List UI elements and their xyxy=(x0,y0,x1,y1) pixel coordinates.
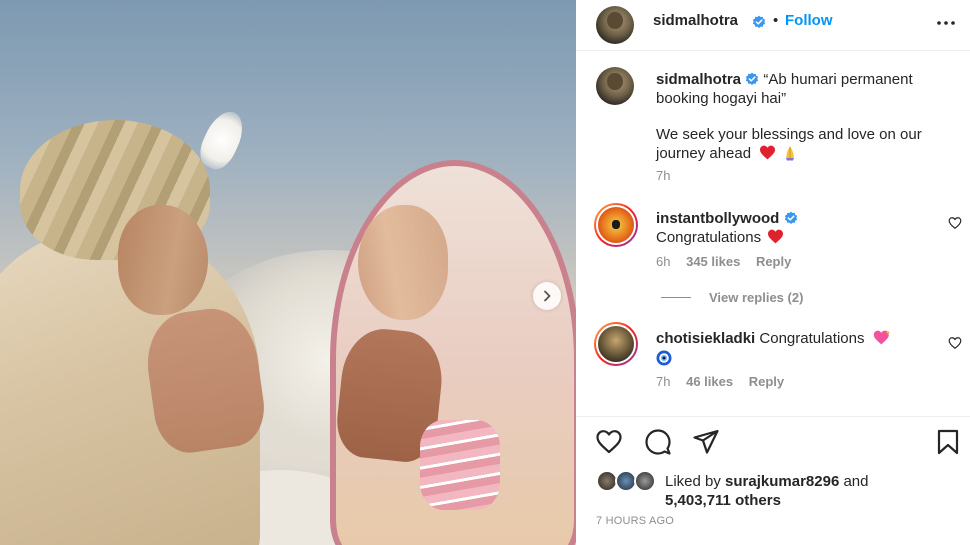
likes-summary: Liked by surajkumar8296 and 5,403,711 ot… xyxy=(665,472,965,510)
comment-time[interactable]: 6h xyxy=(656,254,670,269)
next-photo-button[interactable] xyxy=(533,282,561,310)
comment-likes[interactable]: 345 likes xyxy=(686,254,740,269)
comment-username[interactable]: chotisiekladki xyxy=(656,330,755,347)
comment-avatar-instantbollywood[interactable] xyxy=(594,203,638,247)
reply-button[interactable]: Reply xyxy=(749,374,784,389)
comment-text: Congratulations xyxy=(759,330,865,347)
likes-and: and xyxy=(843,473,869,490)
post-photo[interactable] xyxy=(0,0,576,545)
liker-avatars[interactable] xyxy=(596,470,660,492)
header-separator: • xyxy=(773,12,779,29)
comment-1-meta: 6h 345 likes Reply xyxy=(656,254,956,269)
caption-avatar[interactable] xyxy=(596,67,634,105)
caption-line2-block: We seek your blessings and love on our j… xyxy=(656,125,936,163)
heart-icon[interactable] xyxy=(595,428,623,456)
likes-others[interactable]: 5,403,711 others xyxy=(665,492,781,509)
verified-icon xyxy=(746,72,759,85)
comment-like-heart-icon[interactable] xyxy=(948,216,962,230)
pray-icon xyxy=(786,146,795,161)
author-avatar[interactable] xyxy=(596,6,634,44)
verified-icon xyxy=(752,15,766,28)
comment-username[interactable]: instantbollywood xyxy=(656,210,779,227)
comment-likes[interactable]: 46 likes xyxy=(686,374,733,389)
comment-like-heart-icon[interactable] xyxy=(948,336,962,350)
caption: sidmalhotra “Ab humari permanent booking… xyxy=(656,70,956,108)
post-side-panel: sidmalhotra • Follow sidmalhotra “Ab hum… xyxy=(576,0,970,545)
follow-button[interactable]: Follow xyxy=(785,12,833,29)
likes-prefix: Liked by xyxy=(665,473,721,490)
author-username[interactable]: sidmalhotra xyxy=(653,12,738,29)
post-header: sidmalhotra • Follow xyxy=(576,0,970,51)
comment-text: Congratulations xyxy=(656,229,762,246)
share-icon[interactable] xyxy=(692,428,720,456)
comment-avatar-chotisiekladki[interactable] xyxy=(594,322,638,366)
reply-button[interactable]: Reply xyxy=(756,254,791,269)
bookmark-icon[interactable] xyxy=(934,428,962,456)
more-options-icon[interactable] xyxy=(936,13,956,33)
comment-1: instantbollywood Congratulations xyxy=(656,209,956,247)
liker-avatar xyxy=(634,470,656,492)
sparkling-heart-icon xyxy=(873,330,890,345)
caption-username[interactable]: sidmalhotra xyxy=(656,71,741,88)
red-heart-icon xyxy=(768,229,784,244)
liker-username[interactable]: surajkumar8296 xyxy=(725,473,839,490)
comment-icon[interactable] xyxy=(644,428,672,456)
comment-2: chotisiekladki Congratulations xyxy=(656,329,956,371)
post-time-ago[interactable]: 7 HOURS AGO xyxy=(596,515,674,527)
replies-divider-line xyxy=(661,297,691,298)
caption-time[interactable]: 7h xyxy=(656,168,670,183)
comment-2-meta: 7h 46 likes Reply xyxy=(656,374,956,389)
comment-time[interactable]: 7h xyxy=(656,374,670,389)
view-replies-button[interactable]: View replies (2) xyxy=(709,290,803,305)
red-heart-icon xyxy=(760,145,776,160)
nazar-amulet-icon xyxy=(656,350,672,366)
verified-icon xyxy=(784,211,797,224)
next-arrow-icon xyxy=(544,290,551,302)
